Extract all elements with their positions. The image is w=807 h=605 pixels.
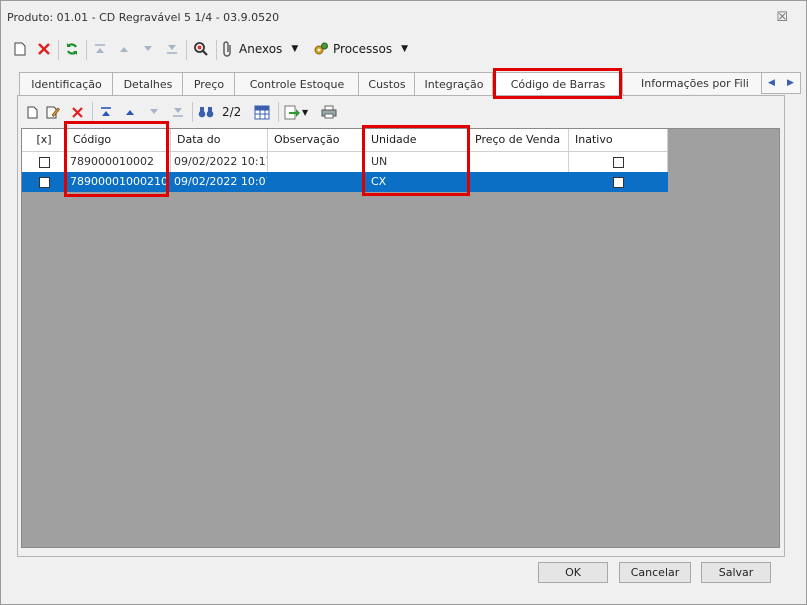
next-record-button[interactable] xyxy=(139,37,157,61)
gears-icon xyxy=(314,42,328,55)
codigo-de-barras-panel: 2/2 ▼ [x] Código Data do Observação Unid… xyxy=(17,95,785,557)
grid-previous-button[interactable] xyxy=(121,100,139,124)
up-arrow-icon xyxy=(126,110,134,115)
anexos-label: Anexos xyxy=(239,42,283,56)
tab-scroll-left-icon[interactable]: ◀ xyxy=(768,78,775,88)
cell-codigo[interactable]: 789000010002 xyxy=(67,152,171,172)
first-record-button[interactable] xyxy=(91,37,109,61)
last-record-button[interactable] xyxy=(163,37,181,61)
grid-edit-button[interactable] xyxy=(44,100,62,124)
row-select-checkbox[interactable] xyxy=(38,156,50,168)
grid-first-button[interactable] xyxy=(97,100,115,124)
delete-button[interactable] xyxy=(35,37,53,61)
grid-header: [x] Código Data do Observação Unidade Pr… xyxy=(22,129,668,152)
title-bar: Produto: 01.01 - CD Regravável 5 1/4 - 0… xyxy=(1,1,806,33)
header-inativo[interactable]: Inativo xyxy=(569,129,668,151)
window-title: Produto: 01.01 - CD Regravável 5 1/4 - 0… xyxy=(7,11,280,24)
tab-informacoes-por-filial[interactable]: Informações por Fili xyxy=(622,72,762,94)
new-document-icon xyxy=(27,106,37,118)
first-record-icon xyxy=(101,107,111,116)
tab-custos[interactable]: Custos xyxy=(358,72,416,95)
tab-integracao[interactable]: Integração xyxy=(414,72,494,95)
processos-label: Processos xyxy=(333,42,393,56)
cell-codigo[interactable]: 78900001000210 xyxy=(67,172,171,192)
cell-preco[interactable] xyxy=(469,172,569,192)
cell-observacao[interactable] xyxy=(268,152,365,172)
down-arrow-icon xyxy=(150,109,158,114)
new-document-icon xyxy=(14,42,26,56)
grid-find-button[interactable] xyxy=(197,100,215,124)
grid-last-button[interactable] xyxy=(169,100,187,124)
product-dialog: Produto: 01.01 - CD Regravável 5 1/4 - 0… xyxy=(0,0,807,605)
grid-table-icon xyxy=(254,105,270,119)
inativo-checkbox[interactable] xyxy=(612,176,624,188)
table-row[interactable]: 789000010002 09/02/2022 10:17 UN xyxy=(22,152,668,172)
first-record-icon xyxy=(95,44,105,53)
refresh-icon xyxy=(67,43,77,55)
ok-button[interactable]: OK xyxy=(538,562,608,583)
header-unidade[interactable]: Unidade xyxy=(365,129,469,151)
down-arrow-icon xyxy=(144,46,152,51)
grid-delete-button[interactable] xyxy=(68,100,86,124)
delete-x-icon xyxy=(38,43,50,55)
grid-next-button[interactable] xyxy=(145,100,163,124)
cell-data[interactable]: 09/02/2022 10:07 xyxy=(171,172,268,192)
cell-preco[interactable] xyxy=(469,152,569,172)
edit-icon xyxy=(46,106,60,119)
export-arrow-icon xyxy=(284,105,300,119)
paperclip-icon xyxy=(223,41,231,57)
barcode-grid: [x] Código Data do Observação Unidade Pr… xyxy=(21,128,780,548)
cell-unidade[interactable]: CX xyxy=(365,172,469,192)
grid-print-button[interactable] xyxy=(320,100,338,124)
table-row[interactable]: 78900001000210 09/02/2022 10:07 CX xyxy=(22,172,668,192)
anexos-dropdown-icon: ▼ xyxy=(291,44,299,54)
cell-data[interactable]: 09/02/2022 10:17 xyxy=(171,152,268,172)
main-toolbar: Anexos ▼ Processos ▼ xyxy=(1,37,806,63)
tab-scroll-right-icon[interactable]: ▶ xyxy=(787,78,794,88)
tab-strip: Identificação Detalhes Preço Controle Es… xyxy=(17,72,801,96)
binoculars-icon xyxy=(198,107,214,118)
inativo-checkbox[interactable] xyxy=(612,156,624,168)
tab-detalhes[interactable]: Detalhes xyxy=(112,72,184,95)
refresh-button[interactable] xyxy=(63,37,81,61)
close-icon[interactable]: ☒ xyxy=(776,10,788,25)
anexos-menu-button[interactable]: Anexos ▼ xyxy=(221,37,305,61)
header-select-all[interactable]: [x] xyxy=(22,129,67,151)
row-select-checkbox[interactable] xyxy=(38,176,50,188)
header-preco-de-venda[interactable]: Preço de Venda xyxy=(469,129,569,151)
search-button[interactable] xyxy=(191,37,211,61)
tab-preco[interactable]: Preço xyxy=(182,72,236,95)
tab-codigo-de-barras[interactable]: Código de Barras xyxy=(492,72,624,96)
record-counter: 2/2 xyxy=(222,105,242,119)
grid-toolbar: 2/2 ▼ xyxy=(18,100,784,124)
processos-dropdown-icon: ▼ xyxy=(401,44,409,54)
grid-columns-button[interactable] xyxy=(252,100,272,124)
delete-x-icon xyxy=(71,106,83,118)
tab-controle-estoque[interactable]: Controle Estoque xyxy=(234,72,360,95)
cell-unidade[interactable]: UN xyxy=(365,152,469,172)
header-observacao[interactable]: Observação xyxy=(268,129,365,151)
grid-export-button[interactable]: ▼ xyxy=(284,100,316,124)
magnifier-icon xyxy=(194,42,208,56)
tab-identificacao[interactable]: Identificação xyxy=(19,72,114,95)
previous-record-button[interactable] xyxy=(115,37,133,61)
cell-observacao[interactable] xyxy=(268,172,365,192)
grid-new-button[interactable] xyxy=(24,100,40,124)
last-record-icon xyxy=(173,108,183,117)
up-arrow-icon xyxy=(120,47,128,52)
printer-icon xyxy=(321,105,337,119)
header-data-do[interactable]: Data do xyxy=(171,129,268,151)
tab-scroll-buttons: ◀ ▶ xyxy=(761,72,801,94)
new-document-button[interactable] xyxy=(11,37,29,61)
save-button[interactable]: Salvar xyxy=(701,562,771,583)
processos-menu-button[interactable]: Processos ▼ xyxy=(313,37,413,61)
cancel-button[interactable]: Cancelar xyxy=(619,562,691,583)
last-record-icon xyxy=(167,45,177,54)
header-codigo[interactable]: Código xyxy=(67,129,171,151)
export-dropdown-icon: ▼ xyxy=(302,107,309,117)
